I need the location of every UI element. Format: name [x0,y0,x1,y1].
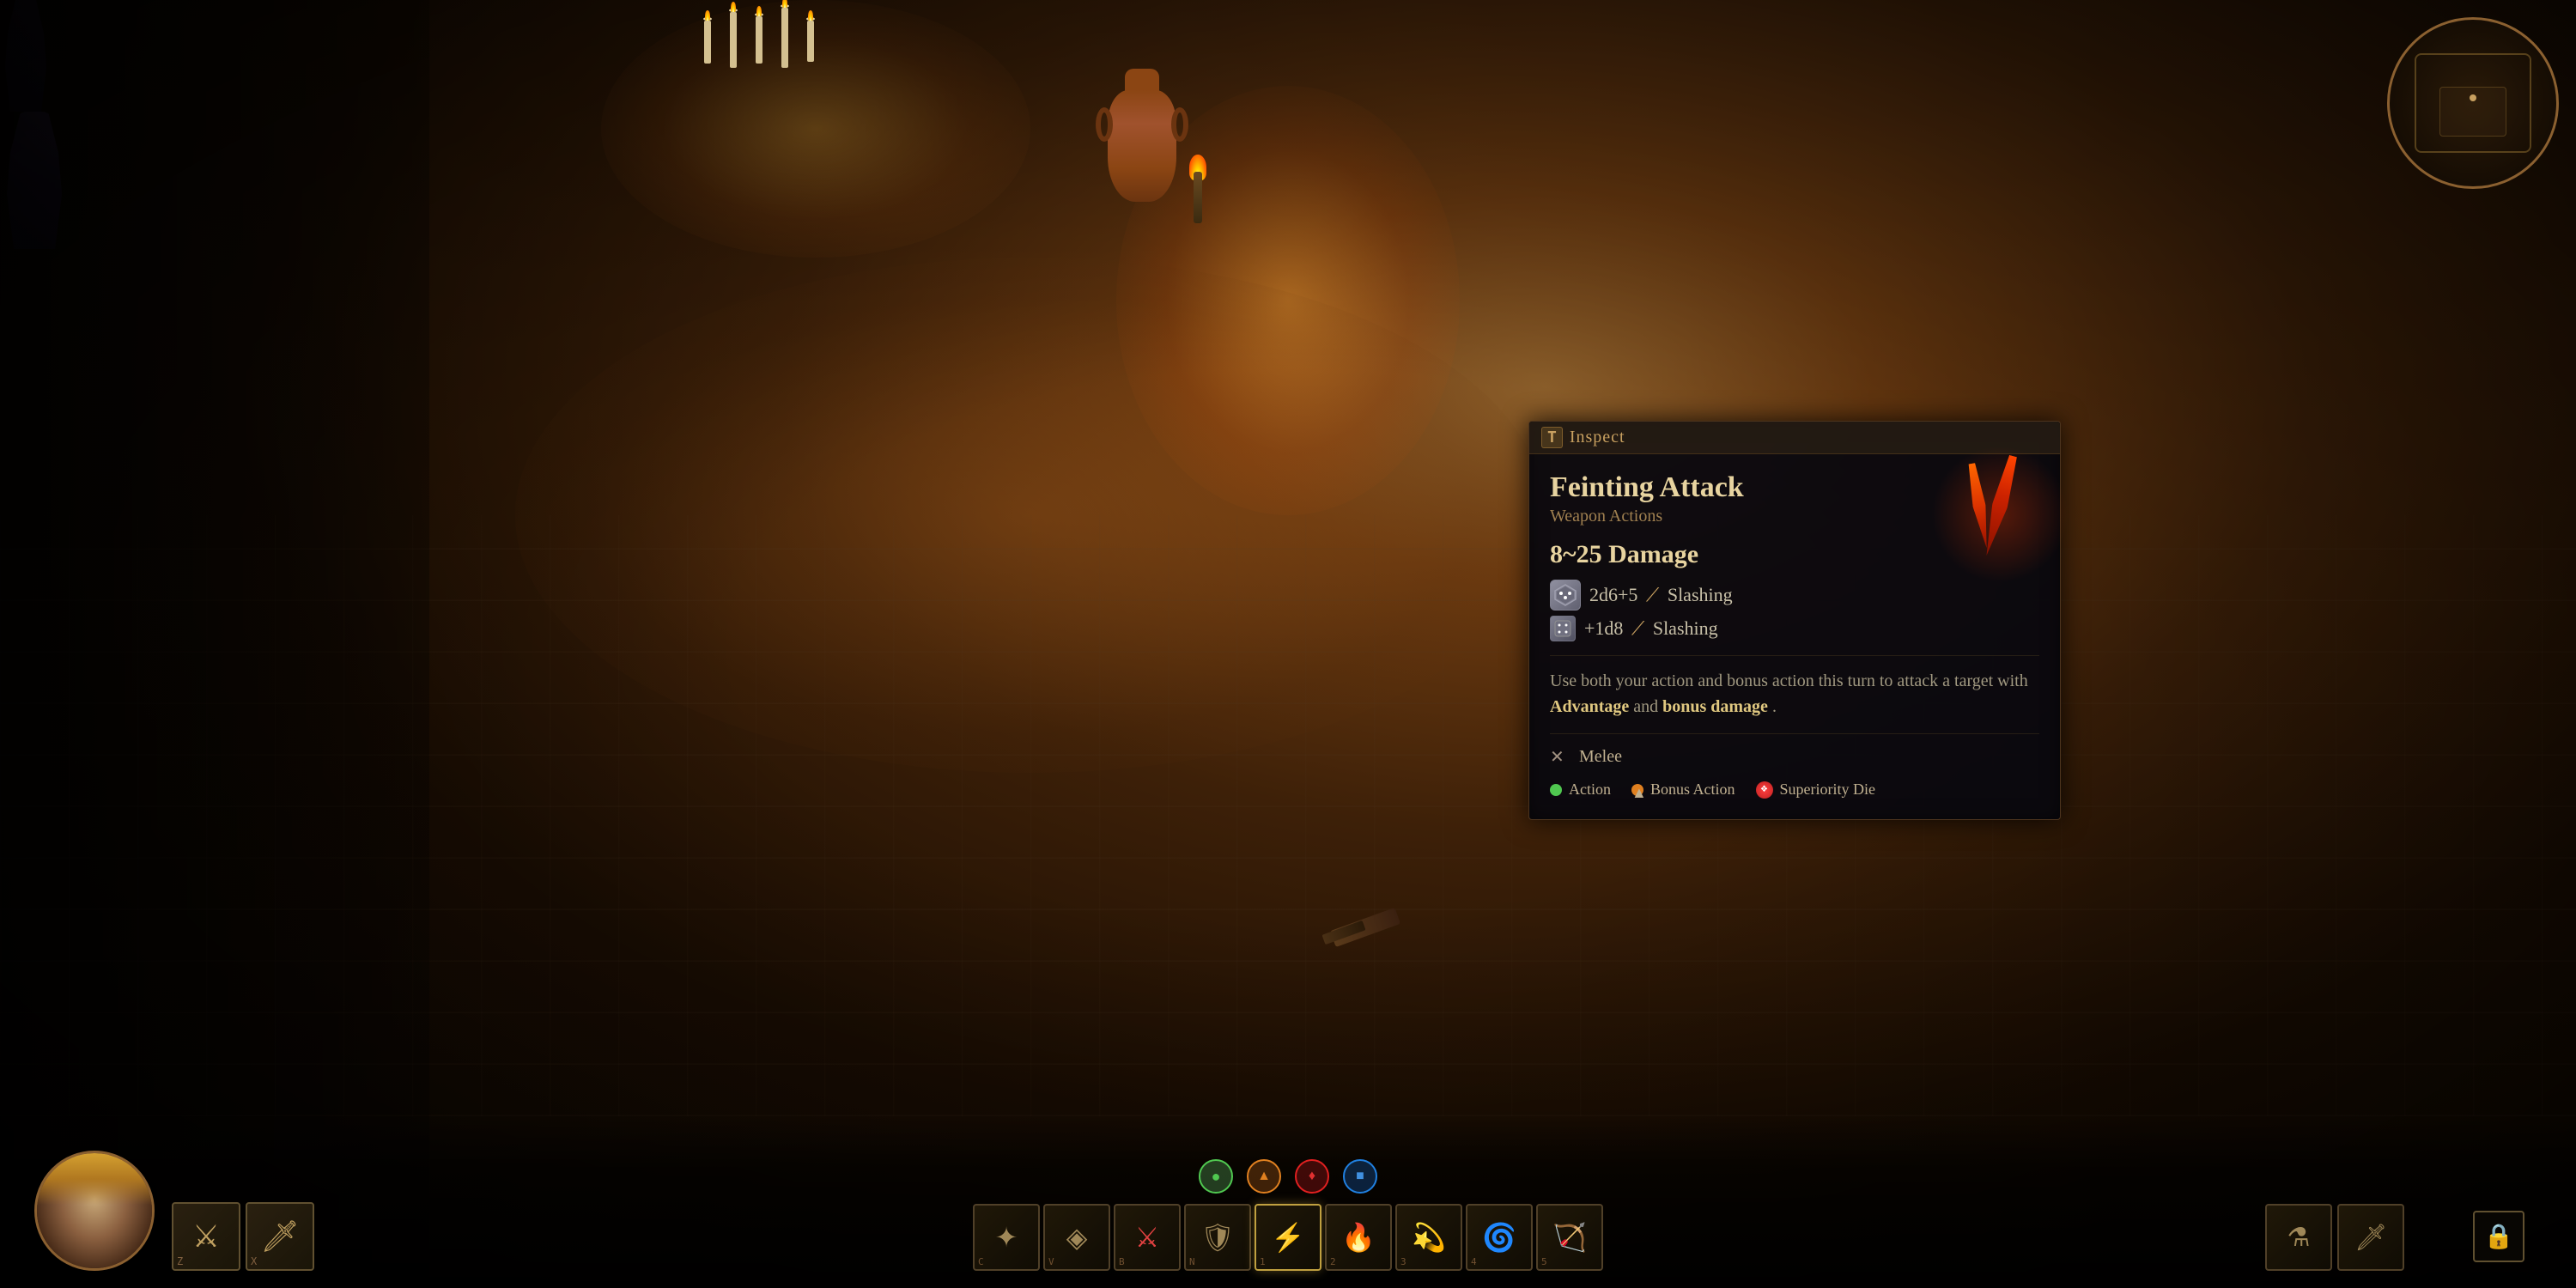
candle-5 [807,17,815,62]
advantage-highlight: Advantage [1550,697,1629,716]
candle-3 [756,13,763,64]
candle-2 [730,9,738,68]
superiority-die-dot: ❖ [1756,781,1773,799]
weapon-slot-2-icon: 🗡 [260,1218,300,1255]
ability-slot-1[interactable]: ✦ C [973,1204,1040,1271]
ability-slots-bar: ✦ C ◈ V ⚔ B 🛡 N ⚡ 1 🔥 2 [973,1204,1603,1271]
ability-slot-9-key: 5 [1541,1256,1547,1267]
ability-slot-1-icon: ✦ [995,1221,1018,1254]
bonus-action-dot: ▲ [1631,784,1643,796]
candle-1 [704,17,712,64]
portrait-hair [37,1153,152,1205]
ability-slot-5-key: 1 [1260,1256,1266,1267]
ability-slot-3[interactable]: ⚔ B [1114,1204,1181,1271]
minimap[interactable]: X:258 [2387,17,2559,189]
game-viewport: X:258 T Inspect Feinting Attack Weapon A… [0,0,2576,1288]
weapon-object [1314,884,1417,970]
weapon-slot-1[interactable]: ⚔ Z [172,1202,240,1271]
status-info: ■ [1343,1159,1377,1194]
superiority-die-tag: ❖ Superiority Die [1756,781,1875,799]
ability-slot-3-key: B [1119,1256,1125,1267]
candle-4 [781,4,789,68]
action-dot [1550,784,1562,796]
ability-slot-2-icon: ◈ [1066,1221,1088,1254]
inspect-key: T [1541,427,1563,448]
action-label: Action [1569,781,1611,799]
bonus-damage-highlight: bonus damage [1662,697,1768,716]
weapon-slot-1-icon: ⚔ [192,1218,220,1255]
melee-text: Melee [1579,747,1622,767]
minimap-content [2390,20,2556,186]
ability-slot-2[interactable]: ◈ V [1043,1204,1110,1271]
weapon-slot-2-key: X [251,1255,257,1267]
left-dark-area [0,0,429,1288]
ability-slot-9[interactable]: 🏹 5 [1536,1204,1603,1271]
weapon-icon [1931,446,2069,583]
right-utility-bar: ⚗ 🗡 [2265,1204,2404,1271]
action-tags: Action ▲ Bonus Action ❖ Superiority Die [1550,781,2039,799]
description-and: and [1633,697,1662,716]
ability-slot-9-icon: 🏹 [1552,1221,1587,1254]
lock-icon: 🔒 [2484,1222,2514,1251]
ability-slot-4-key: N [1189,1256,1195,1267]
torch-object [1185,155,1211,223]
ability-slot-4-icon: 🛡 [1200,1221,1236,1254]
ability-slot-2-key: V [1048,1256,1054,1267]
ability-slot-6-key: 2 [1330,1256,1336,1267]
ability-slot-8[interactable]: 🌀 4 [1466,1204,1533,1271]
action-icons-bar: ⚔ Z 🗡 X [172,1202,314,1271]
ability-slot-6[interactable]: 🔥 2 [1325,1204,1392,1271]
utility-icon-1[interactable]: ⚗ [2265,1204,2332,1271]
ability-slot-7-key: 3 [1400,1256,1406,1267]
ability-slot-3-icon: ⚔ [1135,1221,1160,1254]
damage-text-1: 2d6+5 ⟋ Slashing [1589,584,1733,606]
bonus-action-label: Bonus Action [1650,781,1735,799]
ability-slot-4[interactable]: 🛡 N [1184,1204,1251,1271]
ability-slot-5[interactable]: ⚡ 1 [1255,1204,1321,1271]
ability-slot-8-icon: 🌀 [1482,1221,1516,1254]
tooltip-body: Feinting Attack Weapon Actions 8~25 Dama… [1529,454,2060,819]
melee-icon: ✕ [1550,746,1571,767]
character-portrait[interactable] [34,1151,155,1271]
inspect-label: Inspect [1570,428,1625,447]
tooltip-panel: T Inspect Feinting Attack Weapon Actions… [1528,421,2061,820]
bottom-hud: ● ▲ ♦ ■ ⚔ Z 🗡 X [0,1116,2576,1288]
status-active-turn: ● [1199,1159,1233,1194]
damage-row-2: +1d8 ⟋ Slashing [1550,616,2039,641]
dice-icon-1 [1550,580,1581,611]
damage-row-1: 2d6+5 ⟋ Slashing [1550,580,2039,611]
ability-slot-1-key: C [978,1256,984,1267]
divider [1550,733,2039,734]
weapon-slot-2[interactable]: 🗡 X [246,1202,314,1271]
description-body: Use both your action and bonus action th… [1550,671,2028,690]
superiority-die-label: Superiority Die [1780,781,1875,799]
dice-icon-2 [1550,616,1576,641]
center-action-bar: ● ▲ ♦ ■ [1199,1159,1377,1194]
ability-slot-7-icon: 💫 [1412,1221,1446,1254]
utility-icon-1-glyph: ⚗ [2287,1223,2311,1253]
bonus-action-tag: ▲ Bonus Action [1631,781,1735,799]
description-text: Use both your action and bonus action th… [1550,655,2039,720]
status-warning: ▲ [1247,1159,1281,1194]
weapon-slot-1-key: Z [177,1255,183,1267]
ability-slot-5-icon: ⚡ [1271,1221,1305,1254]
status-danger: ♦ [1295,1159,1329,1194]
description-period: . [1772,697,1777,716]
action-tag: Action [1550,781,1611,799]
ability-slot-6-icon: 🔥 [1341,1221,1376,1254]
vase-object [1099,69,1185,206]
ability-slot-8-key: 4 [1471,1256,1477,1267]
utility-icon-2-glyph: 🗡 [2354,1223,2387,1253]
melee-line: ✕ Melee [1550,746,2039,767]
ability-slot-7[interactable]: 💫 3 [1395,1204,1462,1271]
portrait-face [37,1153,152,1268]
damage-text-2: +1d8 ⟋ Slashing [1584,617,1718,640]
lock-icon-corner[interactable]: 🔒 [2473,1211,2524,1262]
utility-icon-2[interactable]: 🗡 [2337,1204,2404,1271]
